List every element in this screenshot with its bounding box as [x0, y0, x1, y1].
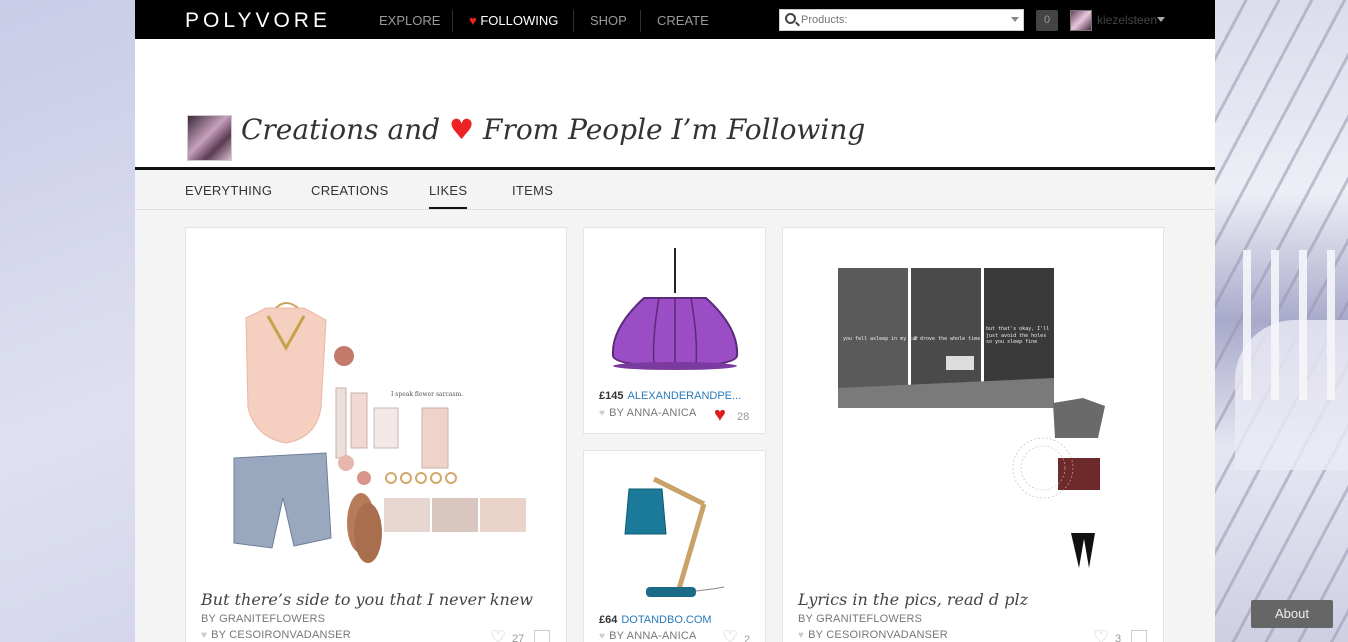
- like-count: 27: [512, 633, 525, 642]
- heart-icon: ♥: [469, 13, 477, 28]
- set-image[interactable]: I speak flower sarcasm.: [186, 268, 567, 608]
- page-title: Creations and ♥ From People I’m Followin…: [241, 113, 865, 146]
- nav-shop[interactable]: SHOP: [590, 13, 627, 28]
- store-link[interactable]: DOTANDBO.COM: [621, 614, 711, 626]
- price-label: £64: [599, 614, 618, 626]
- nav-following[interactable]: ♥ FOLLOWING: [469, 13, 558, 28]
- set-image[interactable]: you fell asleep in my car I drove the wh…: [783, 228, 1164, 568]
- image-text: you fell asleep in my car: [843, 336, 918, 342]
- author[interactable]: BY GRANITEFLOWERS: [201, 613, 325, 625]
- chevron-down-icon[interactable]: [1157, 17, 1165, 22]
- liked-by[interactable]: ♥ BY ANNA-ANICA: [599, 630, 697, 642]
- title-text: From People I’m Following: [483, 113, 866, 146]
- save-checkbox[interactable]: [1131, 630, 1147, 642]
- price-label: £145: [599, 390, 624, 402]
- tab-bar: EVERYTHING CREATIONS LIKES ITEMS: [135, 170, 1215, 210]
- nav-explore[interactable]: EXPLORE: [379, 13, 440, 28]
- feed-card[interactable]: you fell asleep in my car I drove the wh…: [782, 227, 1164, 642]
- liked-by-label: BY ANNA-ANICA: [609, 630, 697, 642]
- like-icon[interactable]: ♡: [490, 628, 506, 642]
- logo[interactable]: POLYVORE: [185, 9, 331, 33]
- image-text-box: but that's okay, I'll just avoid the hol…: [986, 326, 1050, 345]
- like-icon[interactable]: ♡: [722, 628, 738, 642]
- liked-by-label: BY CESOIRONVADANSER: [808, 629, 948, 641]
- heart-icon: ♥: [798, 630, 805, 641]
- search-input[interactable]: [801, 12, 1001, 28]
- feed-card[interactable]: £145 ALEXANDERANDPE... ♥ BY ANNA-ANICA ♥ 2…: [583, 227, 766, 434]
- nav-divider: [573, 10, 574, 32]
- store-link[interactable]: ALEXANDERANDPE...: [627, 390, 741, 402]
- tab-creations[interactable]: CREATIONS: [311, 183, 389, 198]
- like-count: 28: [737, 411, 750, 423]
- search-box[interactable]: [779, 9, 1024, 31]
- save-checkbox[interactable]: [534, 630, 550, 642]
- heart-icon: ♥: [201, 630, 208, 641]
- set-title[interactable]: Lyrics in the pics, read d plz: [798, 590, 1028, 609]
- like-count: 2: [744, 634, 751, 642]
- avatar[interactable]: [1070, 10, 1092, 31]
- nav-following-label: FOLLOWING: [480, 13, 559, 28]
- background-building: [1215, 0, 1348, 642]
- like-count: 3: [1115, 633, 1122, 642]
- avatar[interactable]: [187, 115, 232, 161]
- item-image[interactable]: [584, 459, 766, 609]
- set-title[interactable]: But there’s side to you that I never kne…: [201, 590, 533, 609]
- heart-icon: ♥: [599, 408, 606, 419]
- image-text: I speak flower sarcasm.: [391, 391, 463, 398]
- liked-by[interactable]: ♥ BY ANNA-ANICA: [599, 407, 697, 419]
- tab-everything[interactable]: EVERYTHING: [185, 183, 272, 198]
- liked-by[interactable]: ♥ BY CESOIRONVADANSER: [201, 629, 351, 641]
- feed-card[interactable]: £64 DOTANDBO.COM ♥ BY ANNA-ANICA ♡ 2: [583, 450, 766, 642]
- about-button[interactable]: About: [1251, 600, 1333, 628]
- liked-heart-icon[interactable]: ♥: [714, 404, 726, 427]
- top-navbar: POLYVORE EXPLORE ♥ FOLLOWING SHOP CREATE…: [135, 0, 1215, 39]
- nav-divider: [640, 10, 641, 32]
- image-text: I drove the whole time: [914, 336, 980, 342]
- like-icon[interactable]: ♡: [1093, 628, 1109, 642]
- nav-create[interactable]: CREATE: [657, 13, 709, 28]
- author[interactable]: BY GRANITEFLOWERS: [798, 613, 922, 625]
- heart-icon: ♥: [599, 631, 606, 642]
- liked-by-label: BY CESOIRONVADANSER: [211, 629, 351, 641]
- image-text: but that's okay, I'll just avoid the hol…: [986, 326, 1050, 345]
- search-icon: [785, 13, 796, 24]
- notification-count[interactable]: 0: [1036, 10, 1058, 31]
- item-image[interactable]: [584, 238, 766, 388]
- heart-icon: ♥: [449, 113, 475, 146]
- item-price[interactable]: £64 DOTANDBO.COM: [599, 614, 712, 626]
- feed-card[interactable]: I speak flower sarcasm. But there’s side…: [185, 227, 567, 642]
- tab-likes[interactable]: LIKES: [429, 183, 468, 209]
- tab-items[interactable]: ITEMS: [512, 183, 553, 198]
- liked-by[interactable]: ♥ BY CESOIRONVADANSER: [798, 629, 948, 641]
- page-header: Creations and ♥ From People I’m Followin…: [135, 39, 1215, 170]
- username[interactable]: kiezelsteen: [1097, 13, 1157, 27]
- item-price[interactable]: £145 ALEXANDERANDPE...: [599, 390, 741, 402]
- nav-divider: [452, 10, 453, 32]
- title-text: Creations and: [241, 113, 441, 146]
- liked-by-label: BY ANNA-ANICA: [609, 407, 697, 419]
- page: POLYVORE EXPLORE ♥ FOLLOWING SHOP CREATE…: [135, 0, 1215, 642]
- chevron-down-icon[interactable]: [1011, 17, 1019, 22]
